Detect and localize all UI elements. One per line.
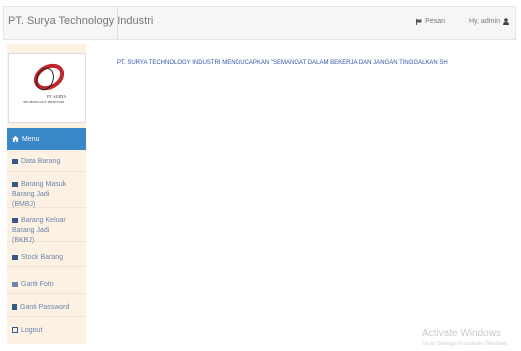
sidebar-item-ganti-foto[interactable]: Ganti Foto (7, 276, 86, 294)
table-icon (12, 181, 18, 187)
image-icon (12, 281, 18, 287)
home-icon (12, 136, 19, 142)
sidebar-item-label: Logout (21, 327, 43, 334)
top-navbar: PT. Surya Technology Industri Pesan Hy, … (3, 6, 516, 40)
sidebar-menu-header[interactable]: Menu (7, 128, 86, 150)
sidebar-item-label: Stock Barang (21, 254, 64, 261)
lock-icon (12, 304, 17, 311)
logo-text-line2: TECHNOLOGY INDUSTRI (23, 100, 64, 104)
sidebar-item-data-barang[interactable]: Data Barang (7, 152, 86, 172)
navbar-divider (117, 7, 118, 39)
sidebar-item-label: Barang Masuk Barang Jadi (BMBJ) (12, 181, 67, 208)
sidebar-item-logout[interactable]: Logout (7, 322, 86, 340)
user-icon (503, 18, 509, 25)
logout-icon (12, 327, 18, 334)
sidebar-item-ganti-password[interactable]: Ganti Password (7, 299, 86, 317)
table-icon (12, 254, 18, 260)
sidebar-item-label: Ganti Foto (21, 281, 54, 288)
pesan-link[interactable]: Pesan (416, 18, 445, 25)
user-greeting: Hy, admin (469, 18, 500, 25)
sidebar-item-label: Barang Keluar Barang Jadi (BKBJ) (12, 217, 66, 244)
sidebar-item-stock-barang[interactable]: Stock Barang (7, 249, 86, 267)
company-logo: PT. SURYA TECHNOLOGY INDUSTRI (8, 53, 86, 123)
logo-text-line1: PT. SURYA (47, 94, 67, 99)
menu-label: Menu (22, 135, 40, 143)
activate-windows-title: Activate Windows (422, 328, 501, 339)
brand-title[interactable]: PT. Surya Technology Industri (8, 15, 153, 27)
flag-icon (416, 18, 422, 25)
pesan-label: Pesan (425, 18, 445, 25)
sidebar-item-barang-masuk[interactable]: Barang Masuk Barang Jadi (BMBJ) (7, 176, 86, 208)
table-icon (12, 217, 18, 223)
logo-mark-icon (33, 63, 65, 91)
sidebar-item-label: Data Barang (21, 158, 61, 165)
sidebar-item-label: Ganti Password (20, 304, 70, 311)
welcome-marquee: PT. SURYA TECHNOLOGY INDUSTRI MENGUCAPKA… (117, 60, 448, 66)
activate-windows-subtitle: Go to Settings to activate Windows. (422, 341, 509, 347)
user-menu[interactable]: Hy, admin (469, 18, 509, 25)
sidebar-item-barang-keluar[interactable]: Barang Keluar Barang Jadi (BKBJ) (7, 212, 86, 244)
table-icon (12, 158, 18, 164)
